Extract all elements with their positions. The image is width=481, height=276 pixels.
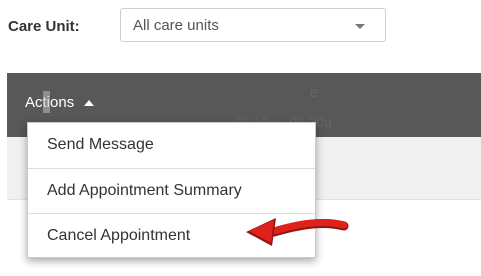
actions-dropdown-toggle[interactable]: Actions: [25, 91, 95, 113]
page: Care Unit: All care units Actions e 09:1…: [0, 0, 481, 276]
text-cursor-highlight: [43, 91, 50, 113]
table-cell-partial-text: e: [310, 84, 319, 101]
caret-up-icon: [84, 100, 95, 107]
menu-item-send-message[interactable]: Send Message: [28, 123, 315, 167]
menu-item-add-appointment-summary[interactable]: Add Appointment Summary: [28, 168, 315, 212]
chevron-down-icon: [355, 24, 365, 29]
care-unit-select[interactable]: All care units: [120, 8, 386, 42]
red-arrow-icon: [246, 218, 349, 246]
care-unit-selected-value: All care units: [133, 17, 219, 34]
care-unit-label: Care Unit:: [8, 18, 80, 35]
